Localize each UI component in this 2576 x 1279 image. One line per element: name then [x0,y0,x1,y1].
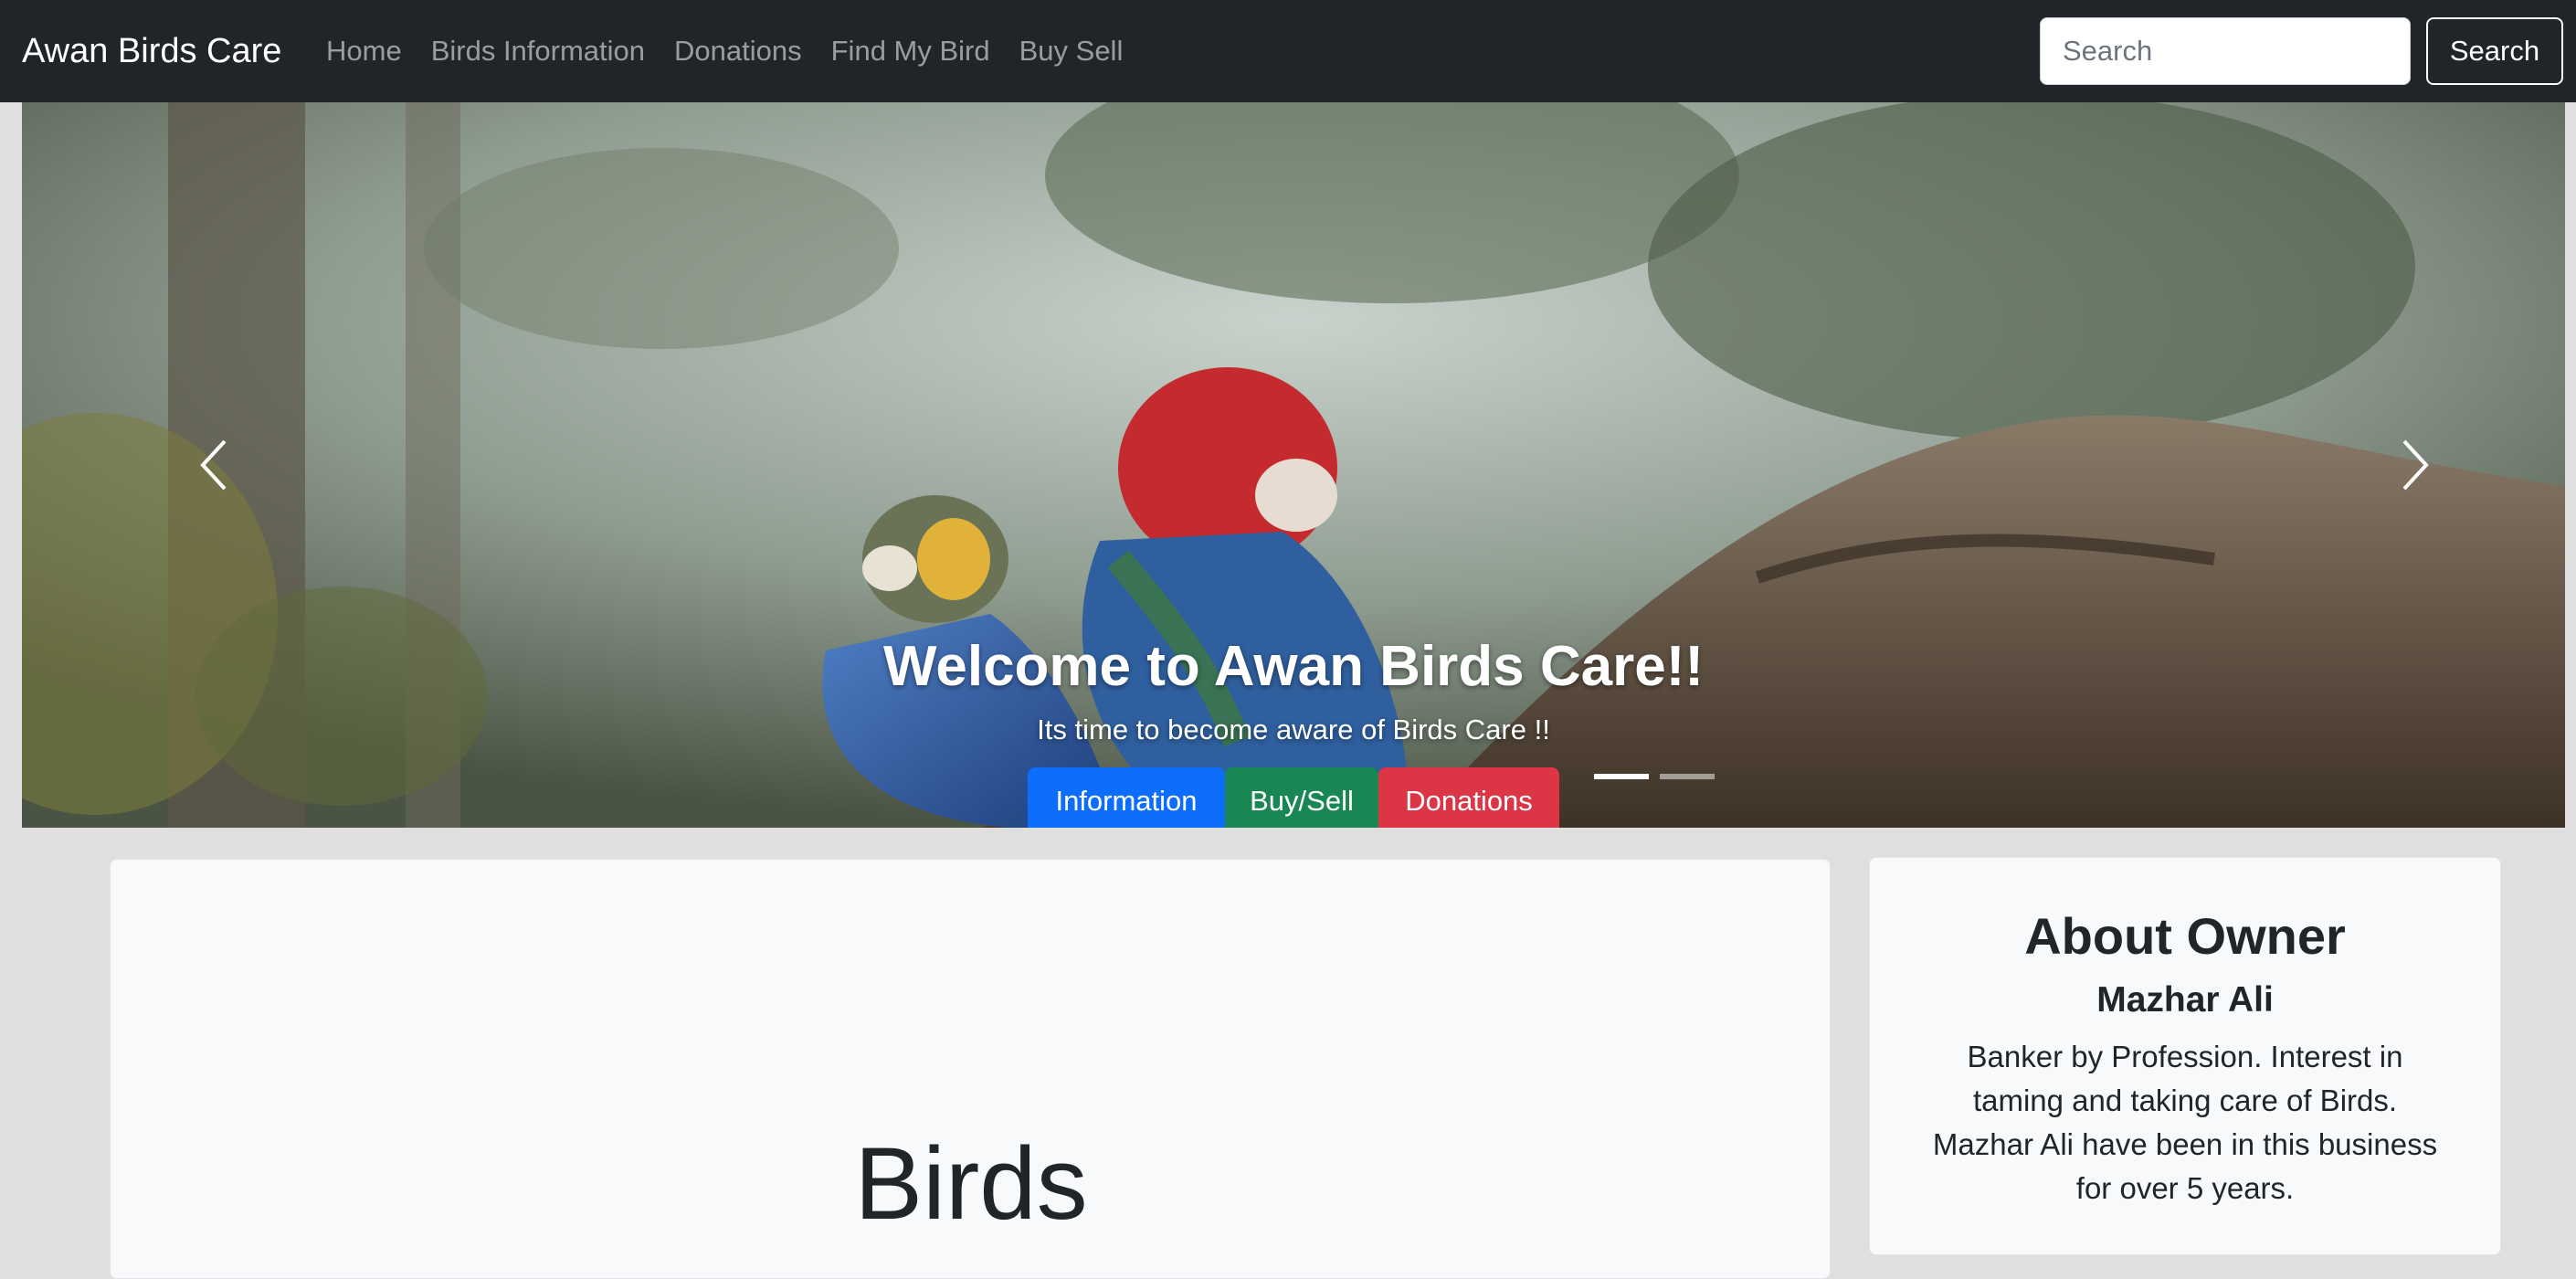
chevron-right-icon [2402,439,2429,491]
carousel-indicators [1589,774,1720,779]
nav-link-birds-information[interactable]: Birds Information [431,27,645,75]
birds-card: Birds [110,859,1831,1279]
brand-link[interactable]: Awan Birds Care [22,27,281,75]
hero-title: Welcome to Awan Birds Care!! [882,635,1705,698]
hero-subtitle: Its time to become aware of Birds Care !… [1037,713,1550,745]
carousel-indicator-2[interactable] [1660,774,1715,779]
birds-heading: Birds [854,1126,1088,1241]
hero-buttons: Information Buy/Sell Donations [22,767,2565,828]
nav-links: Home Birds Information Donations Find My… [326,27,1152,75]
buy-sell-button[interactable]: Buy/Sell [1225,767,1378,828]
about-owner-title: About Owner [2024,907,2346,965]
information-button[interactable]: Information [1028,767,1225,828]
nav-link-buy-sell[interactable]: Buy Sell [1019,27,1124,75]
navbar: Awan Birds Care Home Birds Information D… [0,0,2576,102]
nav-link-donations[interactable]: Donations [674,27,802,75]
search-button[interactable]: Search [2426,17,2563,85]
owner-name: Mazhar Ali [2096,980,2274,1020]
carousel-caption: Welcome to Awan Birds Care!! Its time to… [22,625,2565,828]
carousel-indicator-1[interactable] [1594,774,1649,779]
nav-link-home[interactable]: Home [326,27,402,75]
about-owner-card: About Owner Mazhar Ali Banker by Profess… [1869,857,2501,1255]
chevron-left-icon [200,439,227,491]
owner-description: Banker by Profession. Interest in taming… [1932,1040,2438,1205]
donations-button[interactable]: Donations [1378,767,1559,828]
hero-carousel: Welcome to Awan Birds Care!! Its time to… [22,102,2565,828]
search-input[interactable] [2040,17,2411,85]
nav-link-find-my-bird[interactable]: Find My Bird [831,27,990,75]
